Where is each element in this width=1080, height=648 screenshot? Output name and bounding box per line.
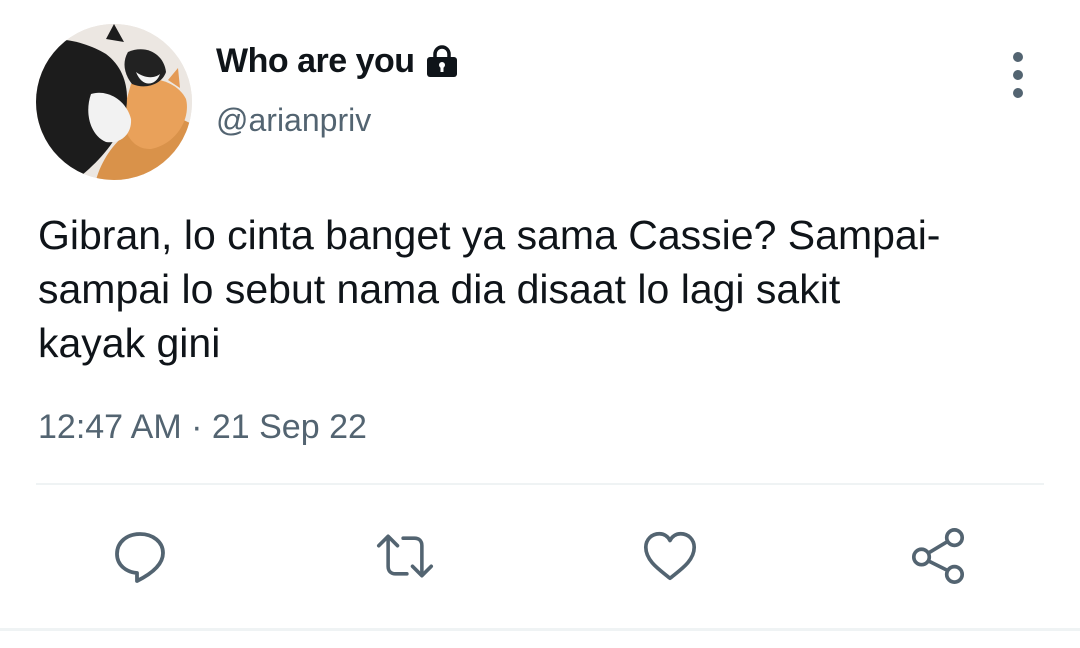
avatar[interactable] [36, 24, 192, 180]
bottom-divider [0, 628, 1080, 631]
tweet-text: Gibran, lo cinta banget ya sama Cassie? … [38, 212, 941, 366]
more-dot-icon [1013, 52, 1023, 62]
more-options-button[interactable] [1000, 52, 1036, 98]
tweet-timestamp[interactable]: 12:47 AM · 21 Sep 22 [38, 408, 367, 447]
user-handle[interactable]: @arianpriv [216, 102, 371, 139]
more-dot-icon [1013, 70, 1023, 80]
lock-icon [425, 44, 459, 80]
retweet-icon [376, 534, 434, 578]
share-button[interactable] [908, 526, 968, 586]
like-icon [643, 531, 697, 581]
share-icon [911, 528, 965, 584]
display-name-text: Who are you [216, 42, 415, 80]
reply-button[interactable] [110, 526, 170, 586]
divider [36, 483, 1044, 485]
display-name[interactable]: Who are you [216, 42, 459, 81]
reply-icon [115, 532, 165, 583]
retweet-button[interactable] [375, 526, 435, 586]
more-dot-icon [1013, 88, 1023, 98]
like-button[interactable] [640, 526, 700, 586]
avatar-image [36, 24, 192, 180]
